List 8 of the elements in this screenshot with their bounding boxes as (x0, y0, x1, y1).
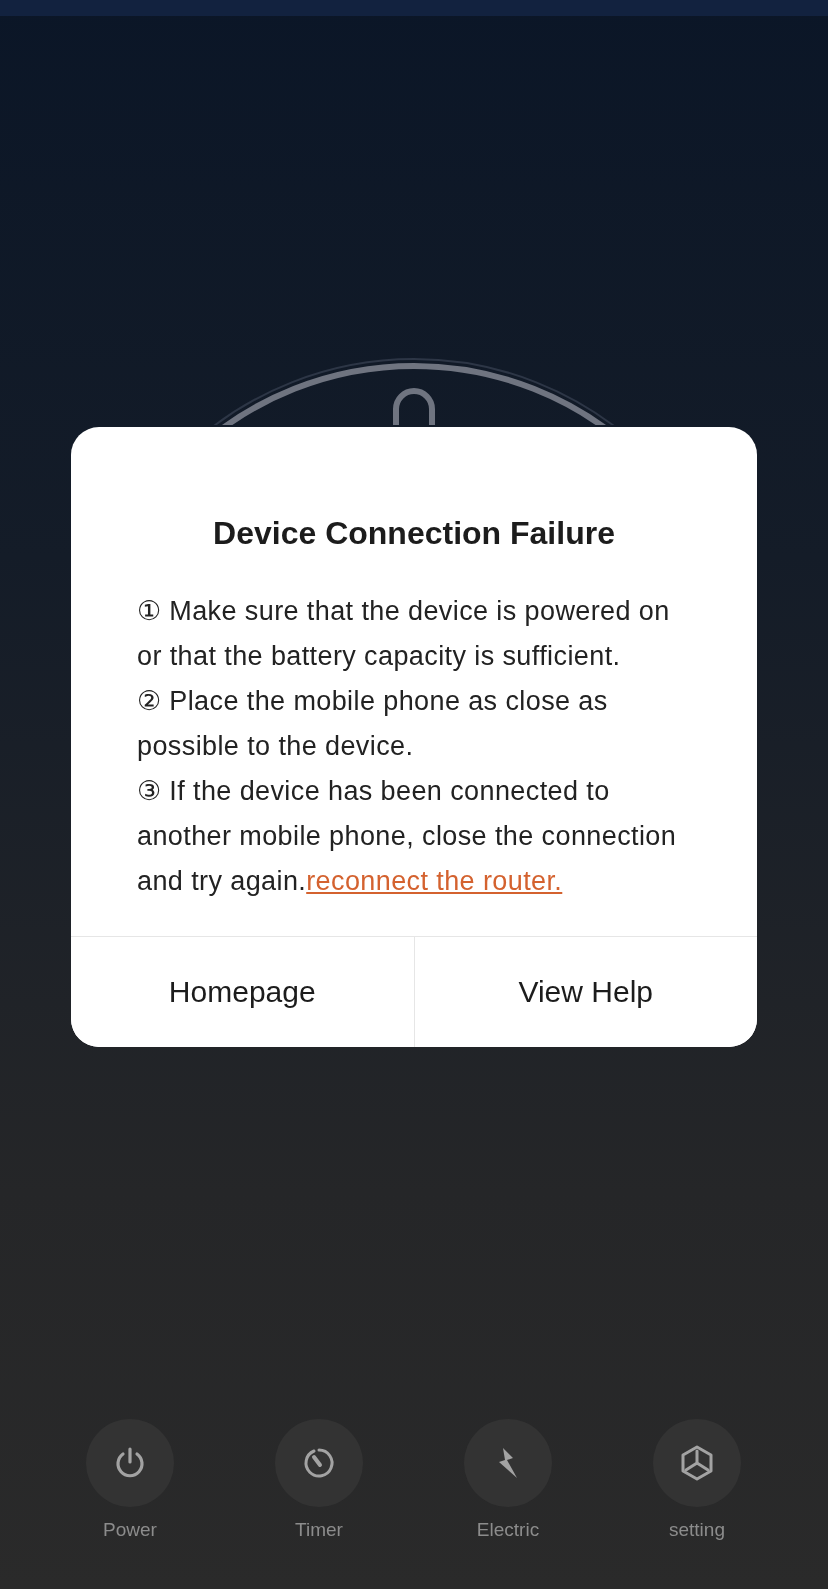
cube-icon (680, 1445, 714, 1481)
dialog-button[interactable]: View Help (413, 937, 757, 1047)
reconnect-link[interactable]: reconnect the router. (306, 866, 563, 896)
tip-text: ③ If the device has been connected to another mobile phone, close the connection and try again.reconnect the router. (137, 775, 678, 898)
timer-icon (302, 1446, 336, 1480)
dialog-title: Device Connection Failure (212, 514, 616, 553)
tip-text: ② Place the mobile phone as close as possible to the device. (137, 685, 609, 763)
tip-text: ① Make sure that the device is powered on or that the battery capacity is sufficient. (137, 595, 671, 673)
